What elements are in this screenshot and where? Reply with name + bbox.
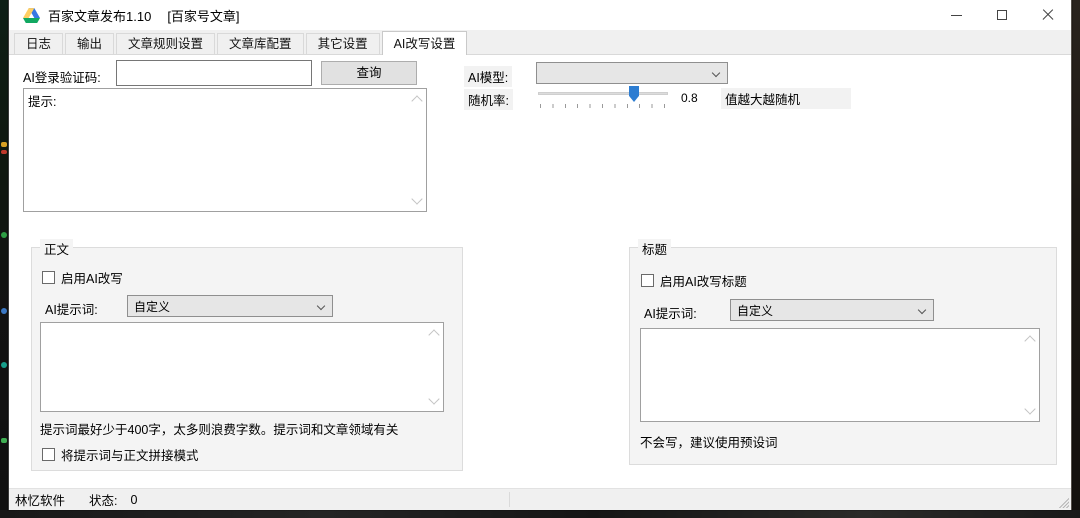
tab-strip: 日志 输出 文章规则设置 文章库配置 其它设置 AI改写设置: [9, 30, 1071, 55]
chevron-down-icon: [316, 301, 326, 311]
desktop-icon-fragment: [1, 308, 7, 314]
status-bar: 林忆软件 状态: 0: [9, 488, 1071, 510]
window-controls: [933, 0, 1071, 30]
maximize-icon: [997, 10, 1007, 20]
ai-model-label: AI模型:: [464, 66, 513, 87]
enable-ai-rewrite-title-label: 启用AI改写标题: [660, 275, 747, 289]
title-prompt-label: AI提示词:: [644, 307, 697, 321]
title-prompt-note: 不会写，建议使用预设词: [640, 436, 778, 450]
checkbox-icon: [42, 448, 55, 461]
brand-label: 林忆软件: [15, 494, 66, 508]
desktop-icon-fragment: [1, 150, 7, 154]
randomness-slider[interactable]: [538, 85, 668, 109]
scroll-up-icon[interactable]: [411, 95, 423, 107]
desktop-icon-fragment: [1, 362, 7, 368]
app-icon: [23, 7, 40, 23]
enable-ai-rewrite-checkbox[interactable]: 启用AI改写: [42, 268, 123, 287]
minimize-icon: [950, 14, 962, 16]
body-prompt-textarea[interactable]: [40, 322, 444, 412]
desktop-edge-right: [1072, 0, 1080, 518]
concat-prompt-label: 将提示词与正文拼接模式: [61, 449, 199, 463]
title-prompt-select[interactable]: 自定义: [730, 299, 934, 321]
statusbar-separator: [509, 492, 510, 507]
title-prompt-textarea[interactable]: [640, 328, 1040, 422]
scroll-down-icon[interactable]: [428, 393, 440, 405]
enable-ai-rewrite-label: 启用AI改写: [61, 272, 123, 286]
desktop-icon-fragment: [1, 232, 7, 238]
desktop-edge-left: [0, 0, 8, 518]
resize-grip[interactable]: [1057, 496, 1069, 508]
scroll-down-icon[interactable]: [411, 193, 423, 205]
slider-track[interactable]: [538, 92, 668, 95]
minimize-button[interactable]: [933, 0, 979, 30]
concat-prompt-checkbox[interactable]: 将提示词与正文拼接模式: [42, 445, 199, 464]
ai-login-code-label: AI登录验证码:: [23, 71, 101, 85]
query-button[interactable]: 查询: [321, 61, 417, 85]
ai-login-code-input[interactable]: [116, 60, 312, 86]
app-window: 百家文章发布1.10 [百家号文章] 日志 输出 文章规则设置 文章库配置 其它…: [8, 0, 1072, 510]
randomness-label: 随机率:: [464, 89, 513, 110]
prompt-display-text: 提示:: [28, 95, 57, 109]
body-text-group: 正文 启用AI改写 AI提示词: 自定义 提示词最好少于400字，太多则浪费字数…: [31, 239, 463, 471]
slider-thumb[interactable]: [629, 86, 639, 102]
scroll-down-icon[interactable]: [1024, 403, 1036, 415]
slider-ticks: [540, 104, 666, 108]
enable-ai-rewrite-title-checkbox[interactable]: 启用AI改写标题: [641, 271, 747, 290]
tab-article-library[interactable]: 文章库配置: [217, 33, 304, 54]
tab-output[interactable]: 输出: [65, 33, 115, 54]
chevron-down-icon: [711, 68, 721, 78]
status-value: 0: [130, 492, 138, 507]
prompt-display-box[interactable]: 提示:: [23, 88, 427, 212]
body-prompt-note: 提示词最好少于400字，太多则浪费字数。提示词和文章领域有关: [40, 423, 399, 437]
tab-ai-rewrite-settings[interactable]: AI改写设置: [381, 31, 468, 55]
maximize-button[interactable]: [979, 0, 1025, 30]
scroll-up-icon[interactable]: [1024, 335, 1036, 347]
checkbox-icon: [42, 271, 55, 284]
window-title: 百家文章发布1.10: [48, 8, 152, 24]
window-title-context: [百家号文章]: [167, 8, 240, 24]
close-button[interactable]: [1025, 0, 1071, 30]
body-prompt-label: AI提示词:: [45, 303, 98, 317]
chevron-down-icon: [917, 305, 927, 315]
body-group-title: 正文: [40, 239, 74, 258]
tab-page-ai-rewrite: AI登录验证码: 查询 AI模型: 随机率: 0.8 值越大越随机 提示: 正文: [9, 56, 1071, 488]
tab-other-settings[interactable]: 其它设置: [305, 33, 380, 54]
title-group: 标题 启用AI改写标题 AI提示词: 自定义 不会写，建议使用预设词: [629, 239, 1057, 465]
randomness-value: 0.8: [681, 91, 698, 105]
scroll-up-icon[interactable]: [428, 329, 440, 341]
ai-model-select[interactable]: [536, 62, 728, 84]
desktop-icon-fragment: [1, 438, 7, 443]
title-group-title: 标题: [638, 239, 672, 258]
body-prompt-selected-value: 自定义: [134, 299, 171, 314]
randomness-hint: 值越大越随机: [721, 88, 851, 109]
desktop-icon-fragment: [1, 142, 7, 147]
tab-article-rules[interactable]: 文章规则设置: [116, 33, 216, 54]
body-prompt-select[interactable]: 自定义: [127, 295, 333, 317]
tab-log[interactable]: 日志: [14, 33, 64, 54]
desktop-edge-bottom: [0, 510, 1080, 518]
checkbox-icon: [641, 274, 654, 287]
close-icon: [1042, 9, 1054, 21]
status-label: 状态:: [89, 494, 118, 508]
title-bar: 百家文章发布1.10 [百家号文章]: [9, 0, 1071, 30]
title-prompt-selected-value: 自定义: [737, 303, 774, 318]
